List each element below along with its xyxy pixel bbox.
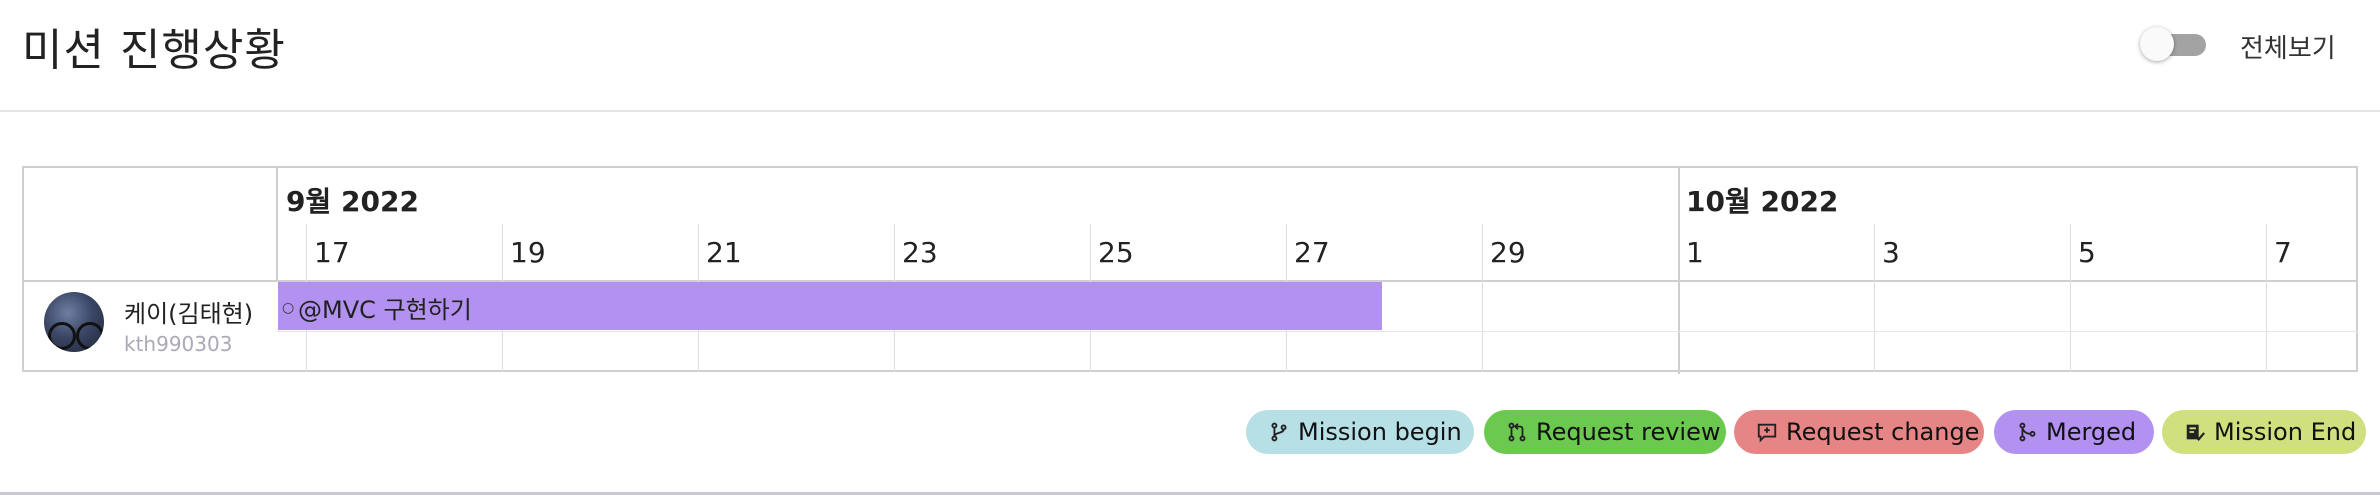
day-label: 5 bbox=[2078, 236, 2096, 269]
merge-icon bbox=[2019, 422, 2036, 442]
day-label: 27 bbox=[1294, 236, 1330, 269]
legend-mission-end: Mission End bbox=[2162, 410, 2366, 454]
day-label: 1 bbox=[1686, 236, 1704, 269]
legend-label: Merged bbox=[2046, 418, 2137, 446]
legend-request-review: Request review bbox=[1484, 410, 1726, 454]
show-all-toggle[interactable] bbox=[2140, 27, 2212, 61]
legend-label: Request review bbox=[1536, 418, 1721, 446]
page-title: 미션 진행상황 bbox=[22, 25, 286, 76]
legend-label: Mission begin bbox=[1298, 418, 1462, 446]
gantt-corner-cell bbox=[24, 168, 278, 282]
day-label: 29 bbox=[1490, 236, 1526, 269]
legend-label: Request change bbox=[1786, 418, 1980, 446]
day-label: 25 bbox=[1098, 236, 1134, 269]
month-separator bbox=[1678, 168, 1680, 374]
day-label: 17 bbox=[314, 236, 350, 269]
branch-icon bbox=[1271, 422, 1287, 442]
avatar-bike-wheel bbox=[76, 322, 104, 350]
task-label: @MVC 구현하기 bbox=[298, 296, 472, 324]
day-gridline bbox=[2266, 224, 2267, 372]
legend-request-change: Request change bbox=[1734, 410, 1984, 454]
month-label-september: 9월 2022 bbox=[286, 185, 419, 218]
user-id: kth990303 bbox=[124, 332, 233, 356]
page-header: 미션 진행상황 전체보기 bbox=[0, 0, 2380, 112]
month-label-october: 10월 2022 bbox=[1686, 185, 1839, 218]
comment-diff-icon bbox=[1757, 423, 1777, 443]
toggle-thumb[interactable] bbox=[2140, 27, 2174, 61]
checklist-icon bbox=[2186, 424, 2206, 441]
show-all-label: 전체보기 bbox=[2240, 34, 2336, 64]
day-label: 19 bbox=[510, 236, 546, 269]
day-gridline bbox=[1482, 224, 1483, 372]
gantt-chart: 9월 2022 10월 2022 17 19 21 23 25 27 29 1 … bbox=[22, 166, 2358, 374]
pull-request-icon bbox=[1508, 422, 1526, 442]
row-separator bbox=[278, 331, 2358, 332]
avatar-bike-wheel bbox=[48, 322, 76, 350]
day-label: 3 bbox=[1882, 236, 1900, 269]
day-label: 23 bbox=[902, 236, 938, 269]
day-gridline bbox=[1874, 224, 1875, 372]
legend-label: Mission End bbox=[2214, 418, 2357, 446]
legend-merged: Merged bbox=[1994, 410, 2154, 454]
task-bar[interactable]: ○ @MVC 구현하기 bbox=[278, 282, 1382, 330]
task-dot-icon: ○ bbox=[282, 300, 295, 316]
day-gridline bbox=[2070, 224, 2071, 372]
day-label: 21 bbox=[706, 236, 742, 269]
legend-mission-begin: Mission begin bbox=[1246, 410, 1474, 454]
avatar bbox=[44, 292, 104, 352]
bottom-divider bbox=[0, 492, 2380, 495]
day-label: 7 bbox=[2274, 236, 2292, 269]
user-name: 케이(김태현) bbox=[124, 300, 254, 328]
